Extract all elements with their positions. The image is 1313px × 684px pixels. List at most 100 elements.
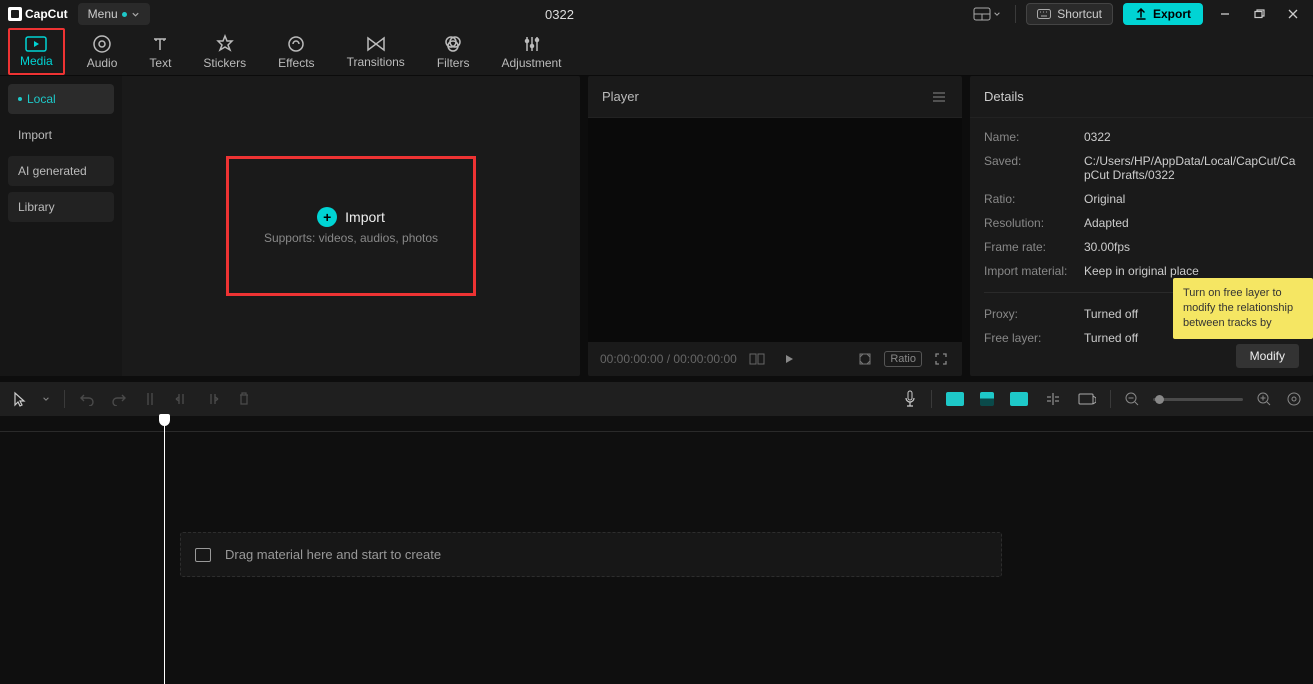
zoom-slider[interactable] <box>1153 398 1243 401</box>
auto-snap-button[interactable] <box>978 390 996 408</box>
redo-icon <box>111 392 127 406</box>
scale-button[interactable] <box>856 350 874 368</box>
maximize-button[interactable] <box>1247 8 1271 20</box>
project-title: 0322 <box>160 7 960 22</box>
media-sidebar: Local Import AI generated Library <box>0 76 122 376</box>
player-viewport[interactable] <box>588 118 962 342</box>
detail-value: Original <box>1084 192 1299 206</box>
detail-row-framerate: Frame rate: 30.00fps <box>984 240 1299 254</box>
zoom-in-icon <box>1257 392 1271 406</box>
linkage-button[interactable] <box>1008 390 1030 408</box>
tab-transitions[interactable]: Transitions <box>337 28 415 75</box>
import-dropzone[interactable]: + Import Supports: videos, audios, photo… <box>226 156 476 296</box>
zoom-slider-knob[interactable] <box>1155 395 1164 404</box>
minimize-button[interactable] <box>1213 8 1237 20</box>
tab-stickers-label: Stickers <box>203 56 246 70</box>
close-button[interactable] <box>1281 8 1305 20</box>
compare-button[interactable] <box>747 351 767 367</box>
import-area: + Import Supports: videos, audios, photo… <box>122 76 580 376</box>
ratio-button[interactable]: Ratio <box>884 351 922 367</box>
chip-icon <box>1010 392 1028 406</box>
tab-text[interactable]: Text <box>139 28 181 75</box>
detail-label: Resolution: <box>984 216 1084 230</box>
sidebar-item-ai[interactable]: AI generated <box>8 156 114 186</box>
film-icon <box>195 548 211 562</box>
layout-button[interactable] <box>969 5 1005 23</box>
import-title-row: + Import <box>317 207 385 227</box>
transitions-icon <box>365 35 387 53</box>
tab-effects[interactable]: Effects <box>268 28 324 75</box>
fullscreen-button[interactable] <box>932 350 950 368</box>
timeline-ruler[interactable] <box>0 416 1313 432</box>
detail-row-import-material: Import material: Keep in original place <box>984 264 1299 278</box>
timeline[interactable]: Drag material here and start to create <box>0 416 1313 684</box>
delete-left-icon <box>173 392 189 406</box>
tab-media[interactable]: Media <box>8 28 65 75</box>
active-dot-icon <box>18 97 22 101</box>
delete-right-icon <box>205 392 221 406</box>
zoom-out-button[interactable] <box>1123 390 1141 408</box>
player-header: Player <box>588 76 962 118</box>
detail-label: Saved: <box>984 154 1084 182</box>
sidebar-item-import[interactable]: Import <box>8 120 114 150</box>
compare-icon <box>749 353 765 365</box>
notification-dot-icon <box>122 12 127 17</box>
drag-hint: Drag material here and start to create <box>180 532 1002 577</box>
delete-button[interactable] <box>235 389 253 409</box>
tab-filters-label: Filters <box>437 56 470 70</box>
delete-left-button[interactable] <box>171 390 191 408</box>
detail-row-ratio: Ratio: Original <box>984 192 1299 206</box>
layout-icon <box>973 7 991 21</box>
chip-icon <box>980 392 994 406</box>
menu-button-label: Menu <box>88 7 118 21</box>
shortcut-button[interactable]: Shortcut <box>1026 3 1113 25</box>
detail-value: Adapted <box>1084 216 1299 230</box>
split-button[interactable] <box>141 389 159 409</box>
divider <box>64 390 65 408</box>
divider <box>1110 390 1111 408</box>
export-button-label: Export <box>1153 7 1191 21</box>
sidebar-item-library[interactable]: Library <box>8 192 114 222</box>
tool-dropdown-button[interactable] <box>40 393 52 405</box>
detail-label: Frame rate: <box>984 240 1084 254</box>
tab-text-label: Text <box>149 56 171 70</box>
undo-button[interactable] <box>77 390 97 408</box>
menu-button[interactable]: Menu <box>78 3 150 25</box>
text-icon <box>150 34 170 54</box>
playhead[interactable] <box>164 416 165 684</box>
cover-button[interactable] <box>1076 390 1098 408</box>
chevron-down-icon <box>42 395 50 403</box>
close-icon <box>1287 8 1299 20</box>
export-button[interactable]: Export <box>1123 3 1203 25</box>
divider <box>1015 5 1016 23</box>
redo-button[interactable] <box>109 390 129 408</box>
effects-icon <box>286 34 306 54</box>
track-area[interactable]: Drag material here and start to create <box>0 432 1313 577</box>
sidebar-item-local[interactable]: Local <box>8 84 114 114</box>
zoom-in-button[interactable] <box>1255 390 1273 408</box>
tab-stickers[interactable]: Stickers <box>193 28 256 75</box>
tab-filters[interactable]: Filters <box>427 28 480 75</box>
detail-label: Ratio: <box>984 192 1084 206</box>
delete-right-button[interactable] <box>203 390 223 408</box>
cursor-icon <box>12 391 26 407</box>
player-menu-button[interactable] <box>930 89 948 105</box>
record-button[interactable] <box>901 388 919 410</box>
detail-label: Name: <box>984 130 1084 144</box>
chip-icon <box>946 392 964 406</box>
preview-axis-button[interactable] <box>1042 390 1064 408</box>
detail-label: Proxy: <box>984 307 1084 321</box>
maximize-icon <box>1253 8 1265 20</box>
selection-tool-button[interactable] <box>10 389 28 409</box>
zoom-fit-icon <box>1287 392 1301 406</box>
chevron-down-icon <box>993 10 1001 18</box>
main-track-magnet-button[interactable] <box>944 390 966 408</box>
tab-adjustment[interactable]: Adjustment <box>491 28 571 75</box>
zoom-fit-button[interactable] <box>1285 390 1303 408</box>
fullscreen-icon <box>934 352 948 366</box>
zoom-out-icon <box>1125 392 1139 406</box>
modify-button[interactable]: Modify <box>1236 344 1299 368</box>
play-button[interactable] <box>781 351 797 367</box>
tab-audio[interactable]: Audio <box>77 28 128 75</box>
timeline-toolbar <box>0 382 1313 416</box>
